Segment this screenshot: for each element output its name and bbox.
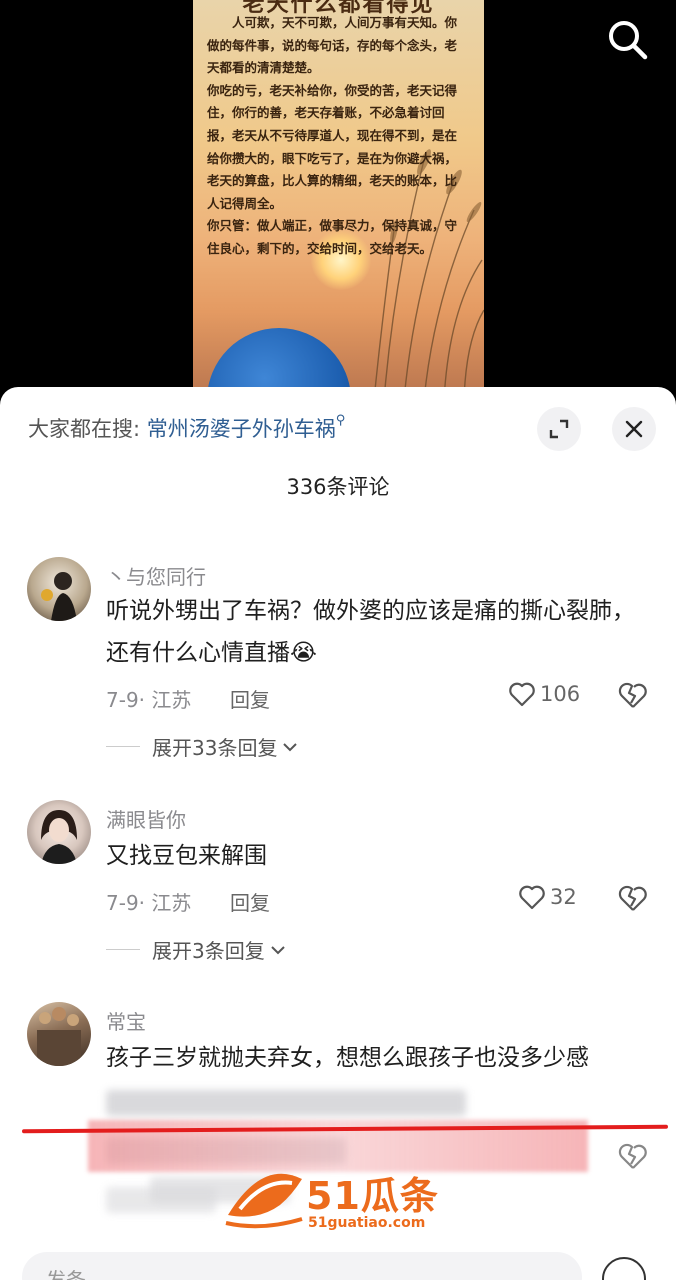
like-button[interactable]: 106 [508, 681, 580, 707]
chevron-down-icon [271, 945, 285, 954]
expand-replies-label: 展开33条回复 [152, 736, 278, 760]
video-poster: 老天什么都看得见 人可欺，天不可欺，人间万事有天知。你做的每件事，说的每句话，存… [193, 0, 484, 400]
poster-text: 人可欺，天不可欺，人间万事有天知。你做的每件事，说的每句话，存的每个念头，老天都… [207, 15, 458, 256]
blurred-text [106, 1090, 466, 1116]
comment-item: 丶与您同行 听说外甥出了车祸？做外婆的应该是痛的撕心裂肺，还有什么心情直播😭 7… [0, 557, 676, 767]
username[interactable]: 满眼皆你 [106, 804, 186, 833]
close-button[interactable] [612, 407, 656, 451]
heart-icon [509, 682, 535, 707]
avatar[interactable] [27, 800, 91, 864]
divider-line [106, 746, 140, 747]
comment-input-placeholder: 发条 [46, 1268, 86, 1280]
broken-heart-icon [618, 885, 647, 911]
comment-text: 孩子三岁就抛夫弃女，想想么跟孩子也没多少感 [106, 1045, 589, 1071]
heart-icon [519, 885, 545, 910]
watermark-brand: 51瓜条 [306, 1174, 439, 1218]
small-search-icon: ⚲ [335, 413, 346, 428]
expand-replies-button[interactable]: 展开33条回复 [106, 732, 299, 761]
comment-text: 又找豆包来解围 [106, 843, 267, 869]
comment-text: 听说外甥出了车祸？做外婆的应该是痛的撕心裂肺，还有什么心情直播😭 [106, 598, 635, 666]
reply-button[interactable]: 回复 [230, 684, 270, 713]
chevron-down-icon [283, 742, 298, 751]
avatar-figure [37, 1007, 81, 1066]
broken-heart-icon [618, 682, 647, 708]
watermark-url: 51guatiao.com [308, 1215, 426, 1231]
avatar[interactable] [27, 1002, 91, 1066]
like-count: 32 [550, 885, 577, 909]
avatar-figure [41, 810, 77, 864]
comments-sheet: 大家都在搜: 常州汤婆子外孙车祸⚲ 336条评论 丶与您同行 听说外甥出了车祸？… [0, 387, 676, 1280]
reply-button[interactable]: 回复 [230, 887, 270, 916]
hot-search-bar[interactable]: 大家都在搜: 常州汤婆子外孙车祸⚲ [28, 413, 345, 443]
search-icon [609, 21, 648, 60]
avatar-figure [41, 572, 77, 621]
fullscreen-button[interactable] [537, 407, 581, 451]
close-icon [625, 420, 643, 438]
expand-replies-label: 展开3条回复 [152, 939, 265, 963]
comment-item: 满眼皆你 又找豆包来解围 7-9· 江苏 回复 32 展开3条回复 [0, 800, 676, 970]
expand-icon [549, 419, 569, 439]
dislike-button[interactable] [618, 1142, 648, 1174]
expand-replies-button[interactable]: 展开3条回复 [106, 935, 287, 964]
watermark: 51瓜条 51guatiao.com [222, 1165, 462, 1245]
dislike-button[interactable] [618, 884, 648, 916]
dislike-button[interactable] [618, 681, 648, 713]
comment-meta: 7-9· 江苏 [106, 891, 192, 915]
hot-search-term-link[interactable]: 常州汤婆子外孙车祸 [147, 417, 336, 441]
comment-input[interactable]: 发条 [22, 1252, 582, 1280]
like-button[interactable]: 32 [518, 884, 577, 910]
avatar[interactable] [27, 557, 91, 621]
watermark-logo-icon [225, 1173, 303, 1229]
comment-meta: 7-9· 江苏 [106, 688, 192, 712]
username[interactable]: 常宝 [106, 1006, 146, 1035]
hot-search-prefix: 大家都在搜: [28, 417, 141, 441]
video-player[interactable]: 老天什么都看得见 人可欺，天不可欺，人间万事有天知。你做的每件事，说的每句话，存… [0, 0, 676, 400]
username[interactable]: 丶与您同行 [106, 561, 206, 590]
comment-count: 336条评论 [286, 475, 390, 499]
search-button[interactable] [604, 16, 650, 62]
broken-heart-icon [618, 1143, 647, 1169]
divider-line [106, 949, 140, 950]
like-count: 106 [540, 682, 581, 706]
